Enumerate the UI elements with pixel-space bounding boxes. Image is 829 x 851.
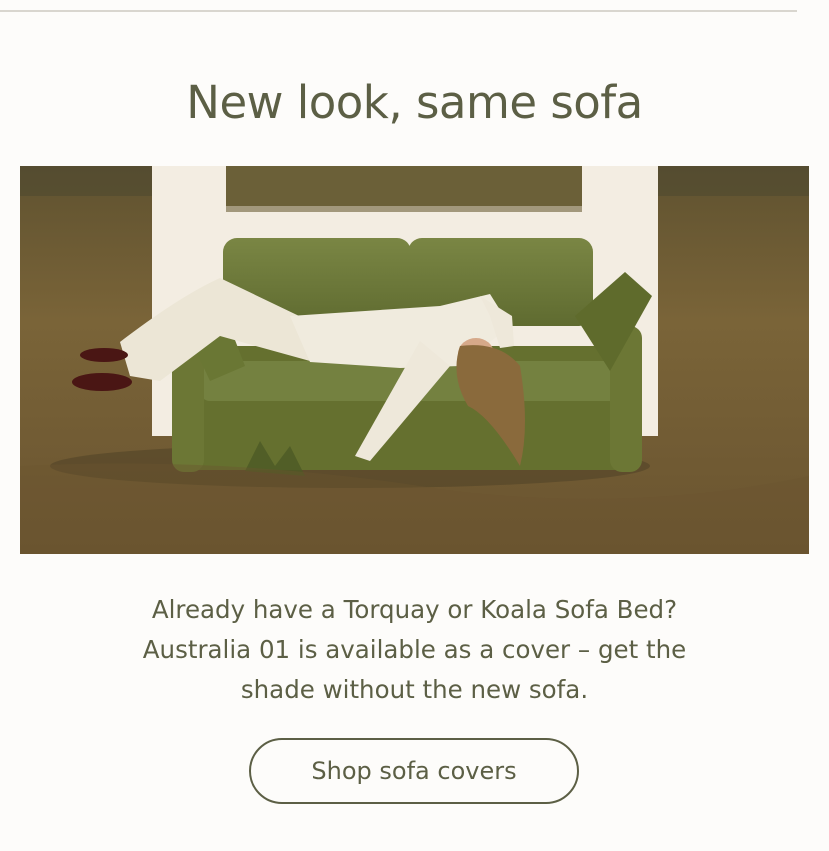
description-line-2: Australia 01 is available as a cover – g… bbox=[142, 635, 687, 664]
description-line-3: shade without the new sofa. bbox=[240, 675, 589, 704]
shop-sofa-covers-button[interactable]: Shop sofa covers bbox=[249, 738, 579, 804]
description-line-1: Already have a Torquay or Koala Sofa Bed… bbox=[151, 595, 678, 624]
promo-description: Already have a Torquay or Koala Sofa Bed… bbox=[60, 590, 769, 710]
section-heading: New look, same sofa bbox=[186, 76, 643, 129]
top-divider bbox=[0, 10, 797, 12]
hero-image bbox=[20, 166, 809, 554]
